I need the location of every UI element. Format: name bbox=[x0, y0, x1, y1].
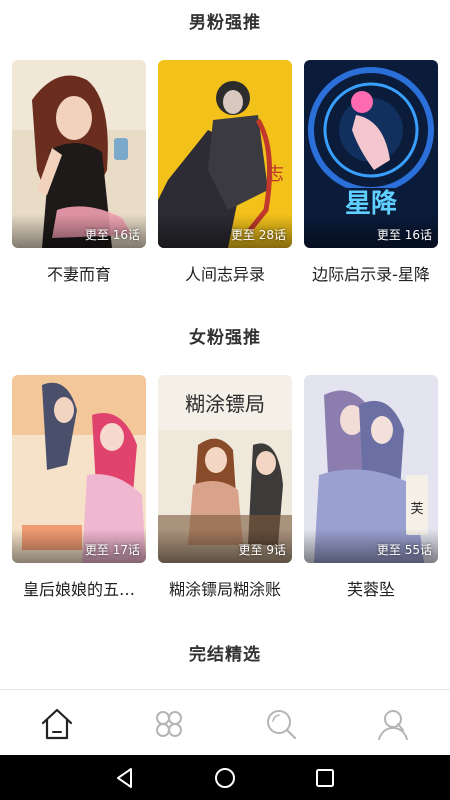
comic-title[interactable]: 边际启示录-星降 bbox=[298, 261, 444, 285]
section-title-female: 女粉强推 bbox=[189, 328, 261, 348]
recents-icon bbox=[316, 769, 334, 787]
home-icon bbox=[41, 708, 73, 740]
comic-card[interactable]: 星降 更至 16话 边际启示录-星降 bbox=[304, 60, 438, 290]
bottom-tab-bar bbox=[0, 689, 450, 755]
nav-recents-button[interactable] bbox=[312, 765, 338, 791]
section-title-male: 男粉强推 bbox=[189, 13, 261, 33]
tab-search[interactable] bbox=[261, 704, 301, 744]
update-badge: 更至 55话 bbox=[376, 543, 432, 557]
section-title-completed: 完结精选 bbox=[189, 645, 261, 665]
user-icon bbox=[378, 710, 408, 740]
category-icon bbox=[156, 711, 182, 737]
system-nav-bar bbox=[0, 755, 450, 800]
nav-home-button[interactable] bbox=[212, 765, 238, 791]
comic-card[interactable]: 糊涂镖局 更至 9话 糊涂镖局糊涂账 bbox=[158, 375, 292, 605]
comic-cover[interactable]: 更至 16话 bbox=[12, 60, 146, 248]
comic-title[interactable]: 人间志异录 bbox=[152, 261, 298, 285]
comic-cover[interactable]: 芙 更至 55话 bbox=[304, 375, 438, 563]
comic-card[interactable]: 芙 更至 55话 芙蓉坠 bbox=[304, 375, 438, 605]
female-recommend-row: 更至 17话 皇后娘娘的五… 糊涂镖局 更至 9话 糊涂镖局糊涂账 芙 更至 5… bbox=[0, 375, 450, 615]
comic-cover[interactable]: 糊涂镖局 更至 9话 bbox=[158, 375, 292, 563]
svg-text:志: 志 bbox=[266, 164, 284, 185]
svg-text:糊涂镖局: 糊涂镖局 bbox=[185, 392, 265, 416]
comic-cover[interactable]: 志 更至 28话 bbox=[158, 60, 292, 248]
home-circle-icon bbox=[215, 768, 235, 788]
nav-back-button[interactable] bbox=[112, 765, 138, 791]
tab-home[interactable] bbox=[37, 704, 77, 744]
update-badge: 更至 28话 bbox=[230, 228, 286, 242]
comic-card[interactable]: 更至 16话 不妻而育 bbox=[12, 60, 146, 290]
tab-category[interactable] bbox=[149, 704, 189, 744]
update-badge: 更至 16话 bbox=[376, 228, 432, 242]
male-recommend-row: 更至 16话 不妻而育 志 更至 28话 人间志异录 星降 更至 16话 边际启… bbox=[0, 60, 450, 300]
search-icon bbox=[267, 710, 297, 740]
comic-title[interactable]: 皇后娘娘的五… bbox=[6, 576, 152, 600]
comic-title[interactable]: 芙蓉坠 bbox=[298, 576, 444, 600]
update-badge: 更至 17话 bbox=[84, 543, 140, 557]
comic-title[interactable]: 糊涂镖局糊涂账 bbox=[152, 576, 298, 600]
comic-cover[interactable]: 星降 更至 16话 bbox=[304, 60, 438, 248]
back-icon bbox=[117, 768, 132, 788]
comic-card[interactable]: 志 更至 28话 人间志异录 bbox=[158, 60, 292, 290]
update-badge: 更至 16话 bbox=[84, 228, 140, 242]
tab-profile[interactable] bbox=[373, 704, 413, 744]
comic-card[interactable]: 更至 17话 皇后娘娘的五… bbox=[12, 375, 146, 605]
update-badge: 更至 9话 bbox=[238, 543, 286, 557]
svg-text:芙: 芙 bbox=[410, 502, 423, 517]
comic-title[interactable]: 不妻而育 bbox=[6, 261, 152, 285]
comic-cover[interactable]: 更至 17话 bbox=[12, 375, 146, 563]
